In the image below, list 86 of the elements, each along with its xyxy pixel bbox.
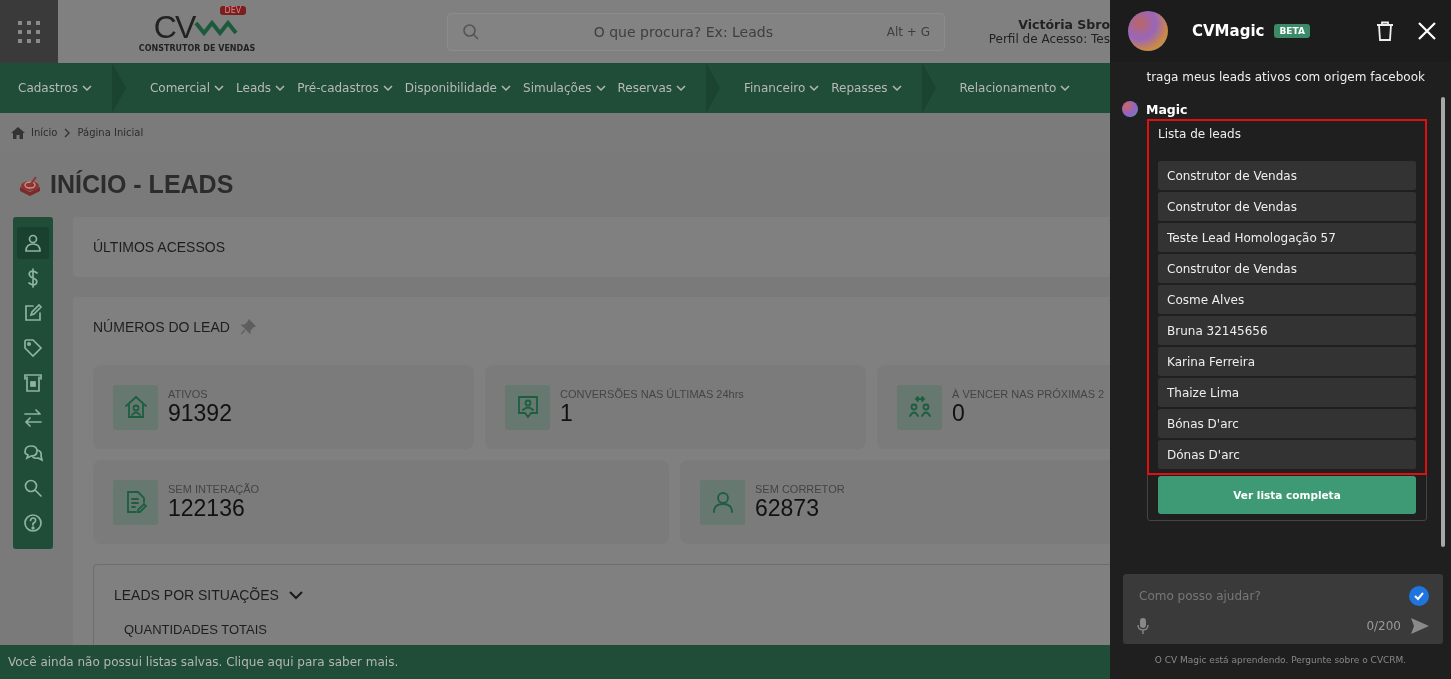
beta-badge: BETA [1274,24,1310,38]
chevron-down-icon [275,84,286,92]
scrollbar-thumb[interactable] [1441,97,1445,547]
lead-list-item[interactable]: Cosme Alves [1158,285,1416,314]
nav-menu-item[interactable]: Reservas [617,81,686,95]
lead-list-item[interactable]: Construtor de Vendas [1158,161,1416,190]
microphone-icon[interactable] [1137,618,1149,634]
lead-list-item[interactable]: Bruna 32145656 [1158,316,1416,345]
side-toolbar-button[interactable] [17,227,49,259]
character-counter: 0/200 [1366,619,1401,633]
lead-list-item[interactable]: Construtor de Vendas [1158,192,1416,221]
nav-menu-item[interactable]: Relacionamento [959,81,1071,95]
shortcut-hint: Alt + G [886,24,930,39]
chevron-down-icon [214,84,225,92]
people-icon [906,394,933,420]
nav-menu-item[interactable]: Cadastros [18,81,92,95]
message-input[interactable]: Como posso ajudar? [1137,588,1399,604]
chevron-down-icon [1060,84,1071,92]
send-icon[interactable] [1411,618,1429,634]
trash-icon[interactable] [1376,21,1394,41]
home-icon [11,126,25,139]
stat-value: 91392 [168,399,232,427]
close-icon[interactable] [1418,22,1436,40]
apps-menu-button[interactable] [0,0,58,63]
lead-list-item[interactable]: Thaize Lima [1158,378,1416,407]
chevron-down-icon[interactable] [288,590,303,600]
help-icon [23,513,43,533]
search-field[interactable]: O que procura? Ex: Leads Alt + G [447,12,945,51]
nav-menu-item[interactable]: Pré-cadastros [297,81,393,95]
chevron-down-icon [809,84,820,92]
lead-list-item[interactable]: Dónas D'arc [1158,440,1416,469]
chevron-down-icon [676,84,686,92]
search-icon [23,478,43,498]
chat-disclaimer: O CV Magic está aprendendo. Pergunte sobre o CVCRM. [1153,654,1408,667]
chevron-down-icon [891,84,902,92]
lead-list-item[interactable]: Karina Ferreira [1158,347,1416,376]
breadcrumb-link[interactable]: Início [31,127,58,138]
lead-list-item[interactable]: Bónas D'arc [1158,409,1416,438]
nav-menu-item[interactable]: Leads [236,81,286,95]
search-icon [462,22,480,41]
logo-badge: DEV [219,6,247,15]
edit-icon [23,303,43,323]
list-title: Lista de leads [1158,127,1242,141]
tag-icon [23,338,43,358]
user-message: traga meus leads ativos com origem facebook [1146,70,1425,84]
assistant-avatar [1122,101,1138,117]
person-icon [23,233,43,253]
user-name: Victória Sbro [1018,17,1110,32]
chat-input-field[interactable]: Como posso ajudar? 0/200 [1123,574,1443,644]
bot-name: Magic [1146,101,1188,117]
saved-lists-message[interactable]: Você ainda não possui listas salvas. Clique aqui para saber mais. [8,655,399,669]
swap-icon [23,408,43,428]
house-icon [122,394,149,420]
lead-list-item[interactable]: Teste Lead Homologação 57 [1158,223,1416,252]
nav-menu-item[interactable]: Financeiro [744,81,820,95]
grid-icon [17,19,41,44]
nav-menu-item[interactable]: Disponibilidade [404,81,511,95]
assistant-avatar [1128,11,1168,51]
stat-value: 122136 [168,494,245,522]
stat-value: 1 [560,399,574,427]
section-subtitle: QUANTIDADES TOTAIS [123,622,268,637]
chevron-down-icon [501,84,511,92]
nav-menu-item[interactable]: Repasses [831,81,902,95]
card-title: LEADS POR SITUAÇÕES [114,587,279,603]
check-circle-icon[interactable] [1409,586,1429,606]
chat-title: CVMagic [1192,22,1265,40]
search-input[interactable]: O que procura? Ex: Leads [480,22,887,41]
nav-menu-item[interactable]: Comercial [149,81,225,95]
logo-mark: CV [153,10,195,44]
lead-list-item[interactable]: Construtor de Vendas [1158,254,1416,283]
chevron-down-icon [382,84,393,92]
stat-value: 62873 [755,494,820,522]
chevron-right-icon [63,127,72,138]
nav-menu-item[interactable]: Simulações [523,81,606,95]
page-title: INÍCIO - LEADS [50,170,234,199]
chevron-down-icon [595,84,606,92]
logo-tagline: CONSTRUTOR DE VENDAS [138,44,256,53]
stat-value: 0 [952,399,966,427]
device-icon [23,373,43,393]
card-title: NÚMEROS DO LEAD [93,319,230,335]
chat-icon [23,443,43,463]
breadcrumb-link[interactable]: Página Inicial [77,127,144,138]
card-title: ÚLTIMOS ACESSOS [93,239,225,255]
user-profile: Perfil de Acesso: Tes [988,32,1110,46]
full-list-button[interactable]: Ver lista completa [1158,476,1416,514]
chevron-down-icon [81,84,92,92]
